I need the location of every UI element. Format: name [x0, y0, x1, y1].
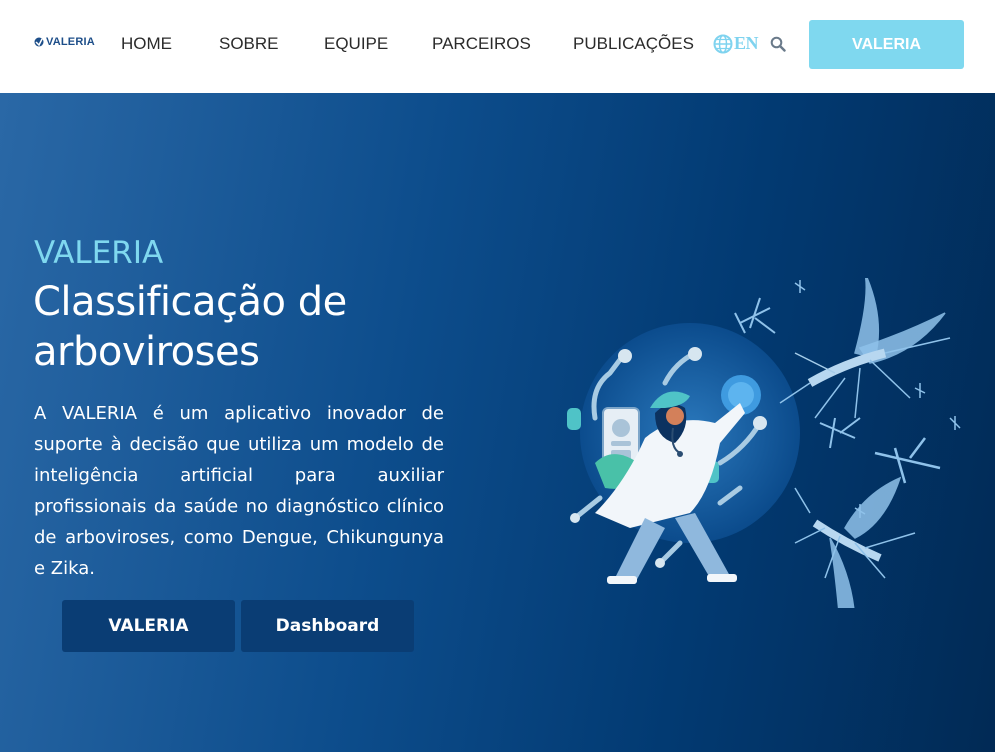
logo-icon — [34, 37, 44, 47]
hero-section: VALERIA Classificação de arboviroses A V… — [0, 93, 995, 752]
hero-description: A VALERIA é um aplicativo inovador de su… — [34, 403, 444, 579]
site-header: VALERIA HOME SOBRE EQUIPE PARCEIROS PUBL… — [0, 0, 995, 93]
nav-publicacoes[interactable]: PUBLICAÇÕES — [573, 34, 694, 54]
nav-parceiros[interactable]: PARCEIROS — [432, 34, 531, 54]
logo-text: VALERIA — [46, 36, 95, 48]
hero-title: Classificação de arboviroses — [33, 279, 347, 375]
nav-sobre[interactable]: SOBRE — [219, 34, 279, 54]
language-switch[interactable]: EN — [713, 33, 759, 54]
nav-home[interactable]: HOME — [121, 34, 172, 54]
hero-dashboard-button[interactable]: Dashboard — [241, 600, 414, 652]
globe-icon — [713, 34, 733, 53]
search-icon[interactable] — [770, 36, 786, 52]
hero-eyebrow: VALERIA — [34, 235, 164, 271]
site-logo[interactable]: VALERIA — [34, 34, 95, 50]
nav-equipe[interactable]: EQUIPE — [324, 34, 388, 54]
hero-valeria-button[interactable]: VALERIA — [62, 600, 235, 652]
doctor-mosquito-illustration — [567, 278, 961, 608]
header-valeria-button[interactable]: VALERIA — [809, 20, 964, 69]
language-label: EN — [734, 33, 759, 53]
